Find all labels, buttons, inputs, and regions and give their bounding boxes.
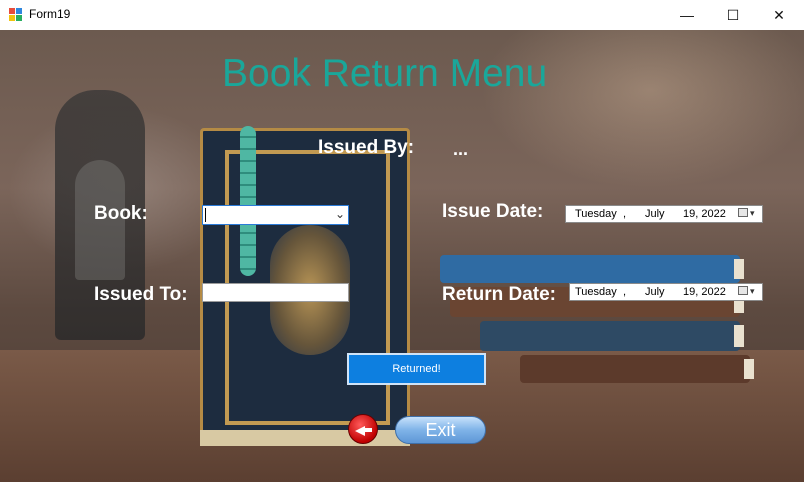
chevron-down-icon[interactable]: ⌄ (335, 207, 345, 221)
chevron-down-icon[interactable]: ▾ (750, 208, 755, 219)
chevron-down-icon[interactable]: ▾ (750, 286, 755, 297)
book-combobox[interactable]: ⌄ (202, 205, 349, 225)
calendar-icon[interactable] (738, 286, 748, 295)
return-date-day-year: 19, 2022 (683, 286, 726, 298)
issue-date-day-year: 19, 2022 (683, 208, 726, 220)
quran-pages (200, 430, 410, 446)
issued-by-label: Issued By: (318, 137, 415, 158)
background-books (440, 255, 754, 383)
page-title: Book Return Menu (222, 52, 548, 95)
return-date-separator: , (623, 286, 627, 298)
app-form-icon (9, 8, 23, 22)
book-label: Book: (94, 203, 148, 224)
text-caret (205, 208, 206, 222)
prayer-beads (240, 126, 256, 276)
minimize-button[interactable]: — (664, 0, 710, 30)
book-stack-item (480, 321, 744, 351)
issue-date-label: Issue Date: (442, 201, 544, 222)
issue-date-picker[interactable]: Tuesday , July 19, 2022 ▾ (565, 205, 763, 223)
return-date-weekday: Tuesday (575, 286, 617, 298)
form19-window: Form19 — ☐ ✕ Book Return Menu Issued By:… (0, 0, 804, 482)
return-date-picker[interactable]: Tuesday , July 19, 2022 ▾ (569, 283, 763, 301)
calendar-icon[interactable] (738, 208, 748, 217)
maximize-button[interactable]: ☐ (710, 0, 756, 30)
book-stack-item (520, 355, 754, 383)
window-title: Form19 (29, 7, 71, 21)
book-stack-item (440, 255, 744, 283)
return-date-label: Return Date: (442, 284, 557, 305)
returned-button[interactable]: Returned! (347, 353, 486, 385)
issue-date-weekday: Tuesday (575, 208, 617, 220)
title-bar: Form19 — ☐ ✕ (0, 0, 804, 30)
issue-date-month: July (645, 208, 665, 220)
return-date-month: July (645, 286, 665, 298)
issued-to-input[interactable] (202, 283, 349, 302)
issued-to-label: Issued To: (94, 284, 188, 305)
issue-date-separator: , (623, 208, 627, 220)
exit-button[interactable]: Exit (395, 416, 486, 444)
issued-by-value: ... (453, 139, 469, 159)
back-arrow-icon[interactable] (348, 414, 378, 444)
close-button[interactable]: ✕ (756, 0, 802, 30)
